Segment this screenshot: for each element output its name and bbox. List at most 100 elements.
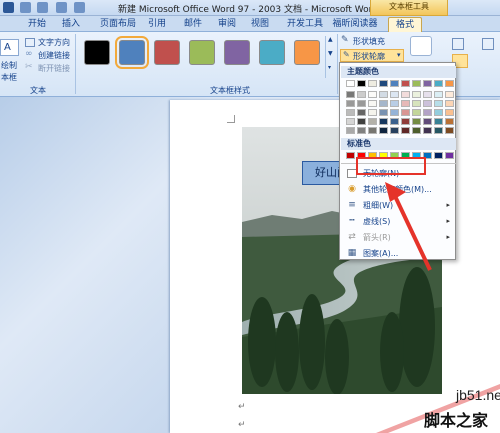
theme-color-swatch[interactable] xyxy=(445,127,454,134)
theme-color-swatch[interactable] xyxy=(412,127,421,134)
theme-color-swatch[interactable] xyxy=(423,80,432,87)
customize-quick-access-icon[interactable] xyxy=(74,2,85,13)
theme-color-swatch[interactable] xyxy=(423,118,432,125)
theme-color-swatch[interactable] xyxy=(390,118,399,125)
theme-color-swatch[interactable] xyxy=(379,80,388,87)
textbox-style-5[interactable] xyxy=(259,40,285,65)
position-icon[interactable] xyxy=(452,38,464,50)
tab-1[interactable]: 插入 xyxy=(58,17,84,32)
theme-color-swatch[interactable] xyxy=(379,91,388,98)
theme-color-swatch[interactable] xyxy=(368,91,377,98)
textbox-style-1[interactable] xyxy=(115,36,149,69)
theme-color-swatch[interactable] xyxy=(346,80,355,87)
theme-color-swatch[interactable] xyxy=(412,100,421,107)
theme-color-swatch[interactable] xyxy=(379,118,388,125)
theme-color-swatch[interactable] xyxy=(423,127,432,134)
theme-color-swatch[interactable] xyxy=(423,109,432,116)
theme-color-swatch[interactable] xyxy=(368,118,377,125)
textbox-style-2[interactable] xyxy=(154,40,180,65)
undo-icon[interactable] xyxy=(37,2,48,13)
theme-color-swatch[interactable] xyxy=(390,127,399,134)
theme-color-swatch[interactable] xyxy=(357,127,366,134)
break-link-button[interactable]: 断开链接 xyxy=(38,63,70,74)
theme-color-swatch[interactable] xyxy=(401,127,410,134)
theme-color-swatch[interactable] xyxy=(412,118,421,125)
theme-color-swatch[interactable] xyxy=(379,127,388,134)
tab-2[interactable]: 页面布局 xyxy=(95,17,141,32)
theme-color-swatch[interactable] xyxy=(434,127,443,134)
create-link-button[interactable]: 创建链接 xyxy=(38,50,70,61)
theme-color-swatch[interactable] xyxy=(357,91,366,98)
theme-color-swatch[interactable] xyxy=(423,91,432,98)
tab-0[interactable]: 开始 xyxy=(24,17,50,32)
standard-color-swatch[interactable] xyxy=(445,152,454,159)
standard-color-swatch[interactable] xyxy=(434,152,443,159)
redo-icon[interactable] xyxy=(56,2,67,13)
textbox-style-6[interactable] xyxy=(294,40,320,65)
theme-color-swatch[interactable] xyxy=(434,91,443,98)
theme-color-swatch[interactable] xyxy=(401,109,410,116)
shape-fill-button[interactable]: 形状填充 xyxy=(353,36,385,47)
theme-color-swatch[interactable] xyxy=(445,80,454,87)
tab-3[interactable]: 引用 xyxy=(144,17,170,32)
theme-color-swatch[interactable] xyxy=(346,127,355,134)
theme-color-swatch[interactable] xyxy=(412,80,421,87)
theme-color-swatch[interactable] xyxy=(412,91,421,98)
standard-color-swatch[interactable] xyxy=(346,152,355,159)
theme-color-swatch[interactable] xyxy=(368,127,377,134)
draw-textbox-label-b[interactable]: 本框 xyxy=(1,72,17,83)
tab-4[interactable]: 邮件 xyxy=(180,17,206,32)
theme-color-swatch[interactable] xyxy=(346,118,355,125)
tab-8[interactable]: 福昕阅读器 xyxy=(327,17,383,32)
annotation-arrow xyxy=(385,182,432,271)
theme-color-swatch[interactable] xyxy=(401,80,410,87)
theme-color-swatch[interactable] xyxy=(357,80,366,87)
draw-textbox-label-a[interactable]: 绘制 xyxy=(1,60,17,71)
ribbon-tabs: 开始 插入 页面布局 引用 邮件 审阅 视图 开发工具 福昕阅读器 格式 xyxy=(0,16,500,32)
theme-color-swatch[interactable] xyxy=(368,80,377,87)
theme-color-swatch[interactable] xyxy=(390,80,399,87)
textbox-style-4[interactable] xyxy=(224,40,250,65)
draw-textbox-icon[interactable]: A xyxy=(0,39,19,56)
theme-color-swatch[interactable] xyxy=(390,109,399,116)
theme-color-swatch[interactable] xyxy=(445,100,454,107)
theme-color-swatch[interactable] xyxy=(357,109,366,116)
theme-color-swatch[interactable] xyxy=(368,100,377,107)
theme-color-swatch[interactable] xyxy=(412,109,421,116)
textbox-style-3[interactable] xyxy=(189,40,215,65)
theme-color-swatch[interactable] xyxy=(346,100,355,107)
theme-color-swatch[interactable] xyxy=(379,100,388,107)
theme-color-swatch[interactable] xyxy=(346,91,355,98)
textbox-style-0[interactable] xyxy=(84,40,110,65)
align-icon[interactable] xyxy=(482,38,494,50)
theme-color-swatch[interactable] xyxy=(390,100,399,107)
tab-5[interactable]: 审阅 xyxy=(214,17,240,32)
theme-color-swatch[interactable] xyxy=(368,109,377,116)
text-direction-button[interactable]: 文字方向 xyxy=(38,37,70,48)
save-icon[interactable] xyxy=(20,2,31,13)
theme-color-swatch[interactable] xyxy=(357,100,366,107)
theme-color-swatch[interactable] xyxy=(401,100,410,107)
theme-color-swatch[interactable] xyxy=(434,80,443,87)
text-direction-icon xyxy=(25,38,35,47)
theme-color-swatch[interactable] xyxy=(401,91,410,98)
shape-outline-button[interactable]: ✎ 形状轮廓 ▾ xyxy=(340,49,404,62)
theme-color-swatch[interactable] xyxy=(434,118,443,125)
theme-color-swatch[interactable] xyxy=(390,91,399,98)
shadow-effects-icon[interactable] xyxy=(410,36,432,56)
theme-color-swatch[interactable] xyxy=(434,109,443,116)
theme-color-swatch[interactable] xyxy=(445,109,454,116)
office-logo-icon[interactable] xyxy=(3,2,14,13)
theme-color-swatch[interactable] xyxy=(346,109,355,116)
gallery-scroll[interactable]: ▲ ▼ ▾ xyxy=(325,36,335,78)
theme-color-swatch[interactable] xyxy=(357,118,366,125)
tab-6[interactable]: 视图 xyxy=(247,17,273,32)
theme-color-swatch[interactable] xyxy=(445,91,454,98)
theme-color-swatch[interactable] xyxy=(445,118,454,125)
theme-color-swatch[interactable] xyxy=(379,109,388,116)
tab-format[interactable]: 格式 xyxy=(388,17,422,32)
theme-color-swatch[interactable] xyxy=(401,118,410,125)
theme-color-swatch[interactable] xyxy=(423,100,432,107)
theme-color-swatch[interactable] xyxy=(434,100,443,107)
tab-7[interactable]: 开发工具 xyxy=(282,17,328,32)
